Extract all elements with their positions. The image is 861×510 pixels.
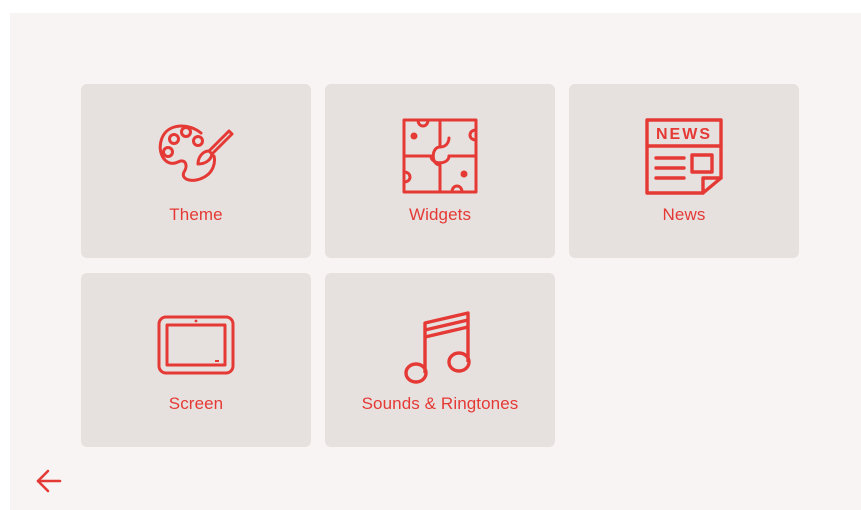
tile-label: News <box>662 205 706 224</box>
back-button[interactable] <box>34 466 64 496</box>
settings-panel: Theme Widgets NEWS News Screen Sounds & … <box>10 13 861 510</box>
puzzle-icon <box>325 114 555 198</box>
tile-theme[interactable]: Theme <box>81 84 311 258</box>
tile-label: Sounds & Ringtones <box>361 394 519 413</box>
tile-label: Widgets <box>408 205 472 224</box>
newspaper-icon: NEWS <box>569 114 799 198</box>
tile-label: Screen <box>168 394 224 413</box>
tile-sounds-ringtones[interactable]: Sounds & Ringtones <box>325 273 555 447</box>
arrow-left-icon <box>36 469 62 493</box>
tile-news[interactable]: NEWS News <box>569 84 799 258</box>
svg-text:NEWS: NEWS <box>656 126 712 143</box>
settings-screen: Theme Widgets NEWS News Screen Sounds & … <box>0 0 861 510</box>
music-note-icon <box>325 303 555 387</box>
tile-label: Theme <box>169 205 223 224</box>
palette-icon <box>81 114 311 198</box>
tile-screen[interactable]: Screen <box>81 273 311 447</box>
tablet-screen-icon <box>81 303 311 387</box>
tile-widgets[interactable]: Widgets <box>325 84 555 258</box>
